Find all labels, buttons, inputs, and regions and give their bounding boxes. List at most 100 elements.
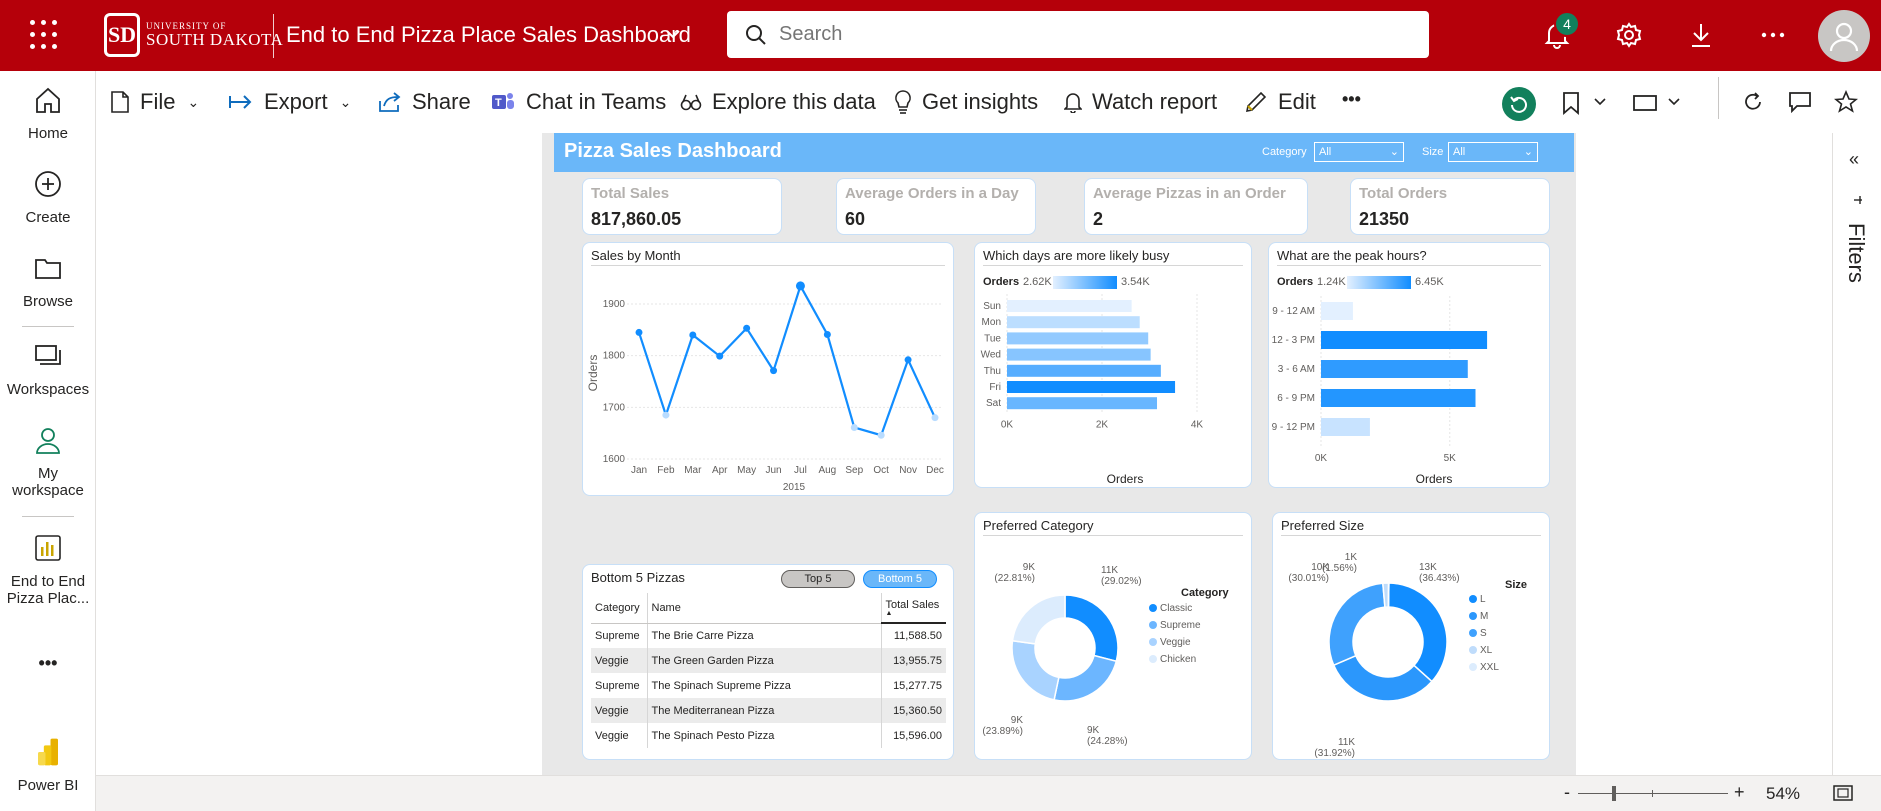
busy-days-visual[interactable]: Which days are more likely busy Orders 2…: [974, 242, 1252, 488]
category-label: Sun: [983, 301, 1001, 312]
column-header-sorted[interactable]: Total Sales ▲: [881, 593, 946, 624]
kpi-card-total-sales[interactable]: Total Sales 817,860.05: [582, 178, 782, 235]
get-insights-button[interactable]: Get insights: [894, 89, 1038, 115]
table-row[interactable]: Veggie The Mediterranean Pizza 15,360.50: [591, 698, 946, 723]
size-slicer[interactable]: All ⌄: [1448, 142, 1538, 162]
table-row[interactable]: Supreme The Spinach Supreme Pizza 15,277…: [591, 673, 946, 698]
nav-powerbi[interactable]: Power BI: [0, 737, 96, 794]
binoculars-icon: [680, 94, 702, 111]
nav-workspaces[interactable]: Workspaces: [0, 341, 96, 398]
nav-report-label2: Pizza Plac...: [6, 590, 90, 607]
nav-current-report[interactable]: End to End Pizza Plac...: [0, 533, 96, 607]
zoom-out-button[interactable]: -: [1564, 782, 1570, 803]
visual-title: Bottom 5 Pizzas: [591, 570, 685, 585]
preferred-size-visual[interactable]: Preferred Size Size L M S XL XXL 13K (36.43%) 1…: [1272, 512, 1550, 760]
more-actions-button[interactable]: •••: [1342, 89, 1361, 110]
edit-button[interactable]: Edit: [1244, 89, 1316, 115]
share-button[interactable]: Share: [378, 89, 471, 115]
gear-icon[interactable]: [1614, 20, 1644, 50]
nav-more-button[interactable]: •••: [0, 653, 96, 674]
zoom-in-button[interactable]: +: [1734, 782, 1745, 803]
nav-home[interactable]: Home: [0, 85, 96, 142]
comment-icon[interactable]: [1788, 91, 1812, 118]
zoom-slider-track[interactable]: [1578, 793, 1728, 794]
column-header[interactable]: Category: [591, 593, 648, 624]
legend-marker: [1149, 638, 1157, 646]
y-tick-label: 1700: [603, 402, 626, 413]
cell-name: The Spinach Pesto Pizza: [647, 723, 882, 748]
donut-slice: [1387, 582, 1390, 608]
left-nav: Home Create Browse Workspaces My workspa…: [0, 71, 96, 811]
app-launcher-icon[interactable]: [30, 20, 60, 50]
chevron-down-icon[interactable]: [1594, 93, 1606, 111]
filters-pane[interactable]: « Filters: [1832, 133, 1881, 775]
category-slicer[interactable]: All ⌄: [1314, 142, 1404, 162]
category-label: Sat: [986, 398, 1001, 409]
nav-my-workspace[interactable]: My workspace: [0, 425, 96, 499]
notification-badge[interactable]: 4: [1554, 11, 1580, 37]
cell-category: Veggie: [591, 648, 648, 673]
bar: [1321, 360, 1468, 378]
preferred-category-visual[interactable]: Preferred Category Category Classic Supre…: [974, 512, 1252, 760]
title-divider: [273, 14, 274, 58]
export-icon: [229, 95, 252, 109]
more-options-icon[interactable]: [1758, 20, 1788, 50]
data-point: [795, 281, 805, 291]
bar: [1007, 397, 1158, 410]
peak-hours-visual[interactable]: What are the peak hours? Orders 1.24K 6.…: [1268, 242, 1550, 488]
legend-max: 3.54K: [1121, 276, 1150, 288]
category-donut-chart: Category ClassicSupremeVeggieChicken11K(…: [982, 562, 1229, 747]
top5-toggle-button[interactable]: Top 5: [781, 570, 855, 588]
collapse-chevron-icon[interactable]: «: [1849, 149, 1859, 170]
chat-in-teams-button[interactable]: T Chat in Teams: [490, 89, 666, 115]
kpi-card-total-orders[interactable]: Total Orders 21350: [1350, 178, 1550, 235]
powerbi-logo-icon: [38, 738, 58, 766]
view-icon[interactable]: [1632, 93, 1658, 118]
column-header[interactable]: Name: [647, 593, 882, 624]
explore-data-button[interactable]: Explore this data: [680, 89, 876, 115]
pencil-icon: [1245, 91, 1267, 113]
table-row[interactable]: Veggie The Green Garden Pizza 13,955.75: [591, 648, 946, 673]
refresh-icon[interactable]: [1742, 91, 1764, 118]
favorite-star-icon[interactable]: [1833, 89, 1859, 119]
size-donut-chart: Size LMSXLXXL13K(36.43%)11K(31.92%)10K(3…: [1288, 552, 1527, 759]
bottom5-toggle-button[interactable]: Bottom 5: [863, 570, 937, 588]
search-box[interactable]: [727, 11, 1429, 58]
category-slicer-value: All: [1319, 146, 1332, 158]
nav-browse[interactable]: Browse: [0, 253, 96, 310]
cell-name: The Spinach Supreme Pizza: [647, 673, 882, 698]
category-label: 6 - 9 PM: [1277, 393, 1315, 404]
sales-by-month-visual[interactable]: Sales by Month Orders 2015 1600 1700 1800 1…: [582, 242, 954, 496]
chevron-down-icon[interactable]: [666, 26, 680, 44]
slice-label: 9K: [1023, 562, 1036, 573]
bookmark-icon[interactable]: [1562, 91, 1580, 120]
avatar[interactable]: [1818, 10, 1870, 62]
zoom-slider-thumb[interactable]: [1612, 786, 1616, 801]
bottom-pizzas-table-visual[interactable]: Bottom 5 Pizzas Top 5 Bottom 5 Category …: [582, 564, 954, 760]
report-title[interactable]: End to End Pizza Place Sales Dashboard: [286, 22, 691, 48]
x-axis-title: Orders: [1416, 472, 1453, 486]
watch-report-button[interactable]: Watch report: [1064, 89, 1217, 115]
export-menu-button[interactable]: Export ⌄: [228, 89, 351, 115]
search-input[interactable]: [779, 23, 1379, 46]
data-point: [904, 356, 912, 364]
filters-label[interactable]: Filters: [1843, 223, 1869, 283]
y-axis-title: Orders: [586, 355, 600, 392]
chevron-down-icon[interactable]: [1668, 93, 1680, 111]
reset-button[interactable]: [1502, 87, 1536, 121]
fit-to-page-icon[interactable]: [1832, 784, 1854, 807]
data-point: [716, 352, 724, 360]
nav-create[interactable]: Create: [0, 169, 96, 226]
bar: [1007, 316, 1140, 329]
download-icon[interactable]: [1686, 20, 1716, 50]
data-point: [823, 330, 831, 338]
file-menu-button[interactable]: File ⌄: [110, 89, 199, 115]
watch-label: Watch report: [1092, 89, 1218, 114]
kpi-card-avg-orders-day[interactable]: Average Orders in a Day 60: [836, 178, 1036, 235]
table-row[interactable]: Supreme The Brie Carre Pizza 11,588.50: [591, 623, 946, 648]
kpi-card-avg-pizzas-order[interactable]: Average Pizzas in an Order 2: [1084, 178, 1308, 235]
x-tick-label: 2K: [1096, 419, 1109, 430]
table-row[interactable]: Veggie The Spinach Pesto Pizza 15,596.00: [591, 723, 946, 748]
university-logo[interactable]: SD UNIVERSITY OF SOUTH DAKOTA: [104, 13, 283, 57]
report-page: Pizza Sales Dashboard Category All ⌄ Siz…: [542, 133, 1576, 775]
